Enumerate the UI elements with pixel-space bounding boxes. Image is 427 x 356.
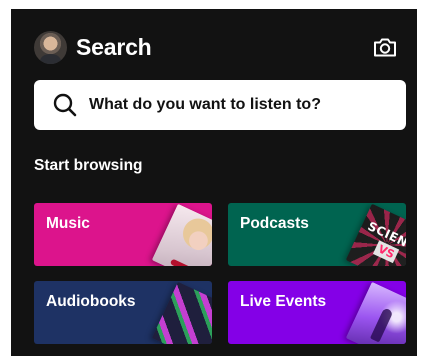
search-icon	[52, 92, 78, 118]
browse-tile-audiobooks[interactable]: Audiobooks	[34, 281, 212, 344]
tile-label: Audiobooks	[46, 293, 136, 310]
camera-icon[interactable]	[372, 35, 398, 59]
live-events-cover-art	[345, 281, 406, 344]
audiobook-cover-art	[151, 281, 212, 344]
page-title: Search	[76, 33, 152, 60]
section-title: Start browsing	[34, 157, 143, 174]
profile-avatar[interactable]	[34, 30, 67, 64]
tile-label: Live Events	[240, 293, 327, 310]
tile-label: Podcasts	[240, 215, 309, 232]
browse-tile-music[interactable]: Music	[34, 203, 212, 266]
tile-label: Music	[46, 215, 90, 232]
browse-tile-live-events[interactable]: Live Events	[228, 281, 406, 344]
search-input[interactable]: What do you want to listen to?	[34, 80, 406, 130]
podcast-cover-art: SCIENCE VS	[345, 203, 406, 266]
search-placeholder: What do you want to listen to?	[89, 96, 321, 113]
search-header: Search	[34, 29, 398, 65]
search-screen: Search What do you want to listen to? St…	[11, 9, 417, 356]
music-cover-art	[151, 203, 212, 266]
browse-tile-podcasts[interactable]: Podcasts SCIENCE VS	[228, 203, 406, 266]
